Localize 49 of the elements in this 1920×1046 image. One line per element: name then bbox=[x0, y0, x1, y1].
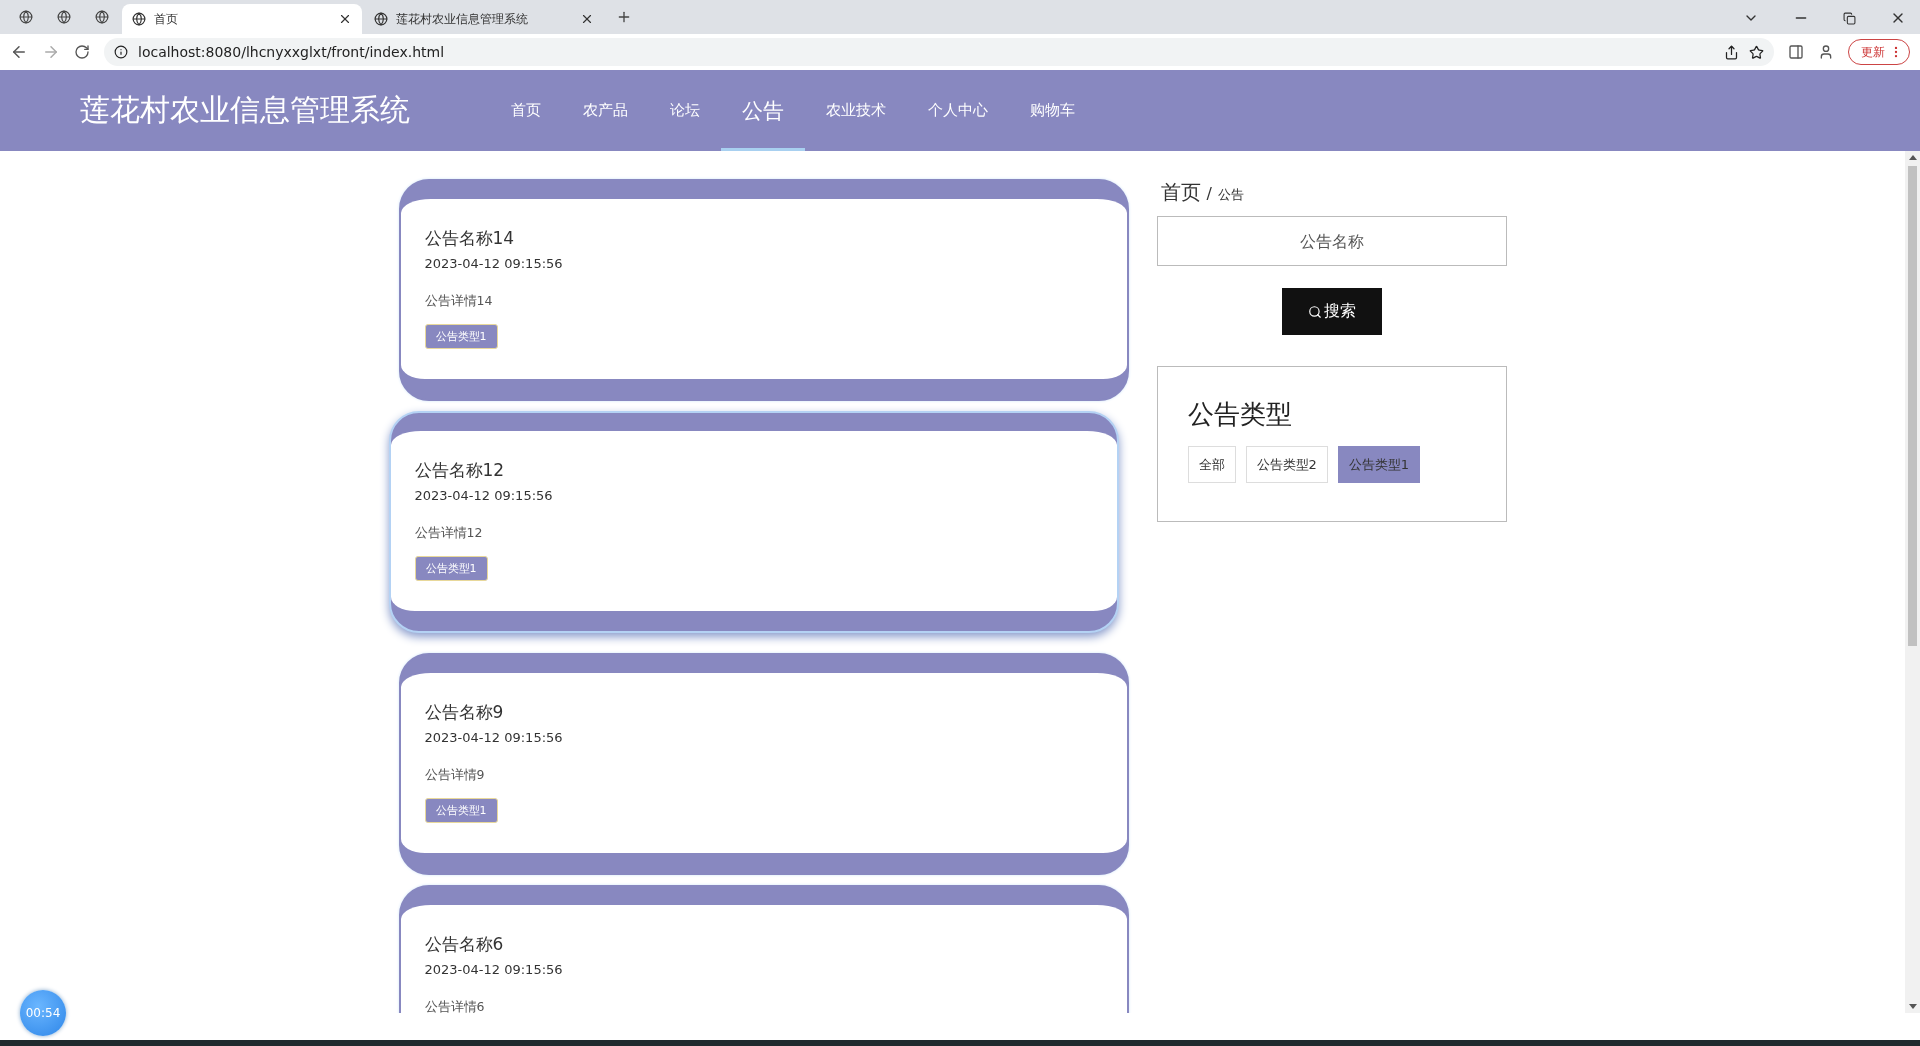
restore-icon[interactable] bbox=[1843, 11, 1856, 25]
breadcrumb-separator: / bbox=[1206, 184, 1212, 203]
site-title: 莲花村农业信息管理系统 bbox=[80, 91, 411, 129]
star-icon[interactable] bbox=[1749, 44, 1764, 60]
info-icon[interactable] bbox=[114, 45, 128, 59]
notice-tag: 公告类型1 bbox=[414, 556, 488, 581]
search-field[interactable]: 公告名称 bbox=[1156, 216, 1507, 266]
notice-detail: 公告详情9 bbox=[424, 767, 485, 784]
notice-detail: 公告详情6 bbox=[424, 999, 485, 1013]
notice-title: 公告名称14 bbox=[424, 227, 515, 250]
browser-tab[interactable]: 莲花村农业信息管理系统 bbox=[364, 4, 604, 34]
back-icon[interactable] bbox=[10, 43, 28, 61]
type-filter-button[interactable]: 公告类型2 bbox=[1245, 446, 1328, 483]
notice-tag: 公告类型1 bbox=[424, 798, 498, 823]
notice-title: 公告名称9 bbox=[424, 701, 504, 724]
profile-icon[interactable] bbox=[1818, 44, 1834, 60]
browser-tab[interactable]: 首页 bbox=[122, 4, 362, 34]
notice-tag: 公告类型1 bbox=[424, 324, 498, 349]
globe-icon bbox=[132, 12, 146, 26]
search-icon bbox=[1307, 304, 1322, 319]
plus-icon[interactable] bbox=[616, 9, 632, 25]
type-filter-button[interactable]: 公告类型1 bbox=[1337, 446, 1421, 483]
notice-time: 2023-04-12 09:15:56 bbox=[424, 962, 563, 977]
notice-detail: 公告详情12 bbox=[414, 525, 483, 542]
notice-card[interactable]: 公告名称9 2023-04-12 09:15:56 公告详情9 公告类型1 bbox=[398, 653, 1129, 875]
address-field[interactable]: localhost:8080/lhcnyxxglxt/front/index.html bbox=[104, 38, 1774, 66]
notice-time: 2023-04-12 09:15:56 bbox=[424, 256, 563, 271]
notice-title: 公告名称12 bbox=[414, 459, 505, 482]
update-button[interactable]: 更新 bbox=[1848, 39, 1910, 65]
notice-card[interactable]: 公告名称6 2023-04-12 09:15:56 公告详情6 bbox=[398, 885, 1129, 1013]
timer-badge: 00:54 bbox=[20, 990, 66, 1036]
scrollbar[interactable] bbox=[1905, 151, 1920, 1013]
panel-title: 公告类型 bbox=[1187, 398, 1293, 431]
notice-title: 公告名称6 bbox=[424, 933, 504, 956]
breadcrumb-link[interactable]: 首页 bbox=[1160, 179, 1201, 206]
notice-time: 2023-04-12 09:15:56 bbox=[414, 488, 553, 503]
type-filter-button[interactable]: 全部 bbox=[1187, 446, 1236, 483]
globe-icon bbox=[374, 12, 388, 26]
search-button[interactable]: 搜索 bbox=[1281, 288, 1382, 335]
breadcrumb-current: 公告 bbox=[1217, 186, 1244, 204]
close-icon[interactable] bbox=[338, 12, 352, 26]
side-panel-icon[interactable] bbox=[1788, 44, 1804, 60]
notice-card[interactable]: 公告名称12 2023-04-12 09:15:56 公告详情12 公告类型1 bbox=[388, 411, 1119, 633]
notice-detail: 公告详情14 bbox=[424, 293, 493, 310]
notice-time: 2023-04-12 09:15:56 bbox=[424, 730, 563, 745]
reload-icon[interactable] bbox=[74, 44, 90, 60]
close-icon[interactable] bbox=[580, 12, 594, 26]
share-icon[interactable] bbox=[1724, 44, 1739, 60]
notice-card[interactable]: 公告名称14 2023-04-12 09:15:56 公告详情14 公告类型1 bbox=[398, 179, 1129, 401]
